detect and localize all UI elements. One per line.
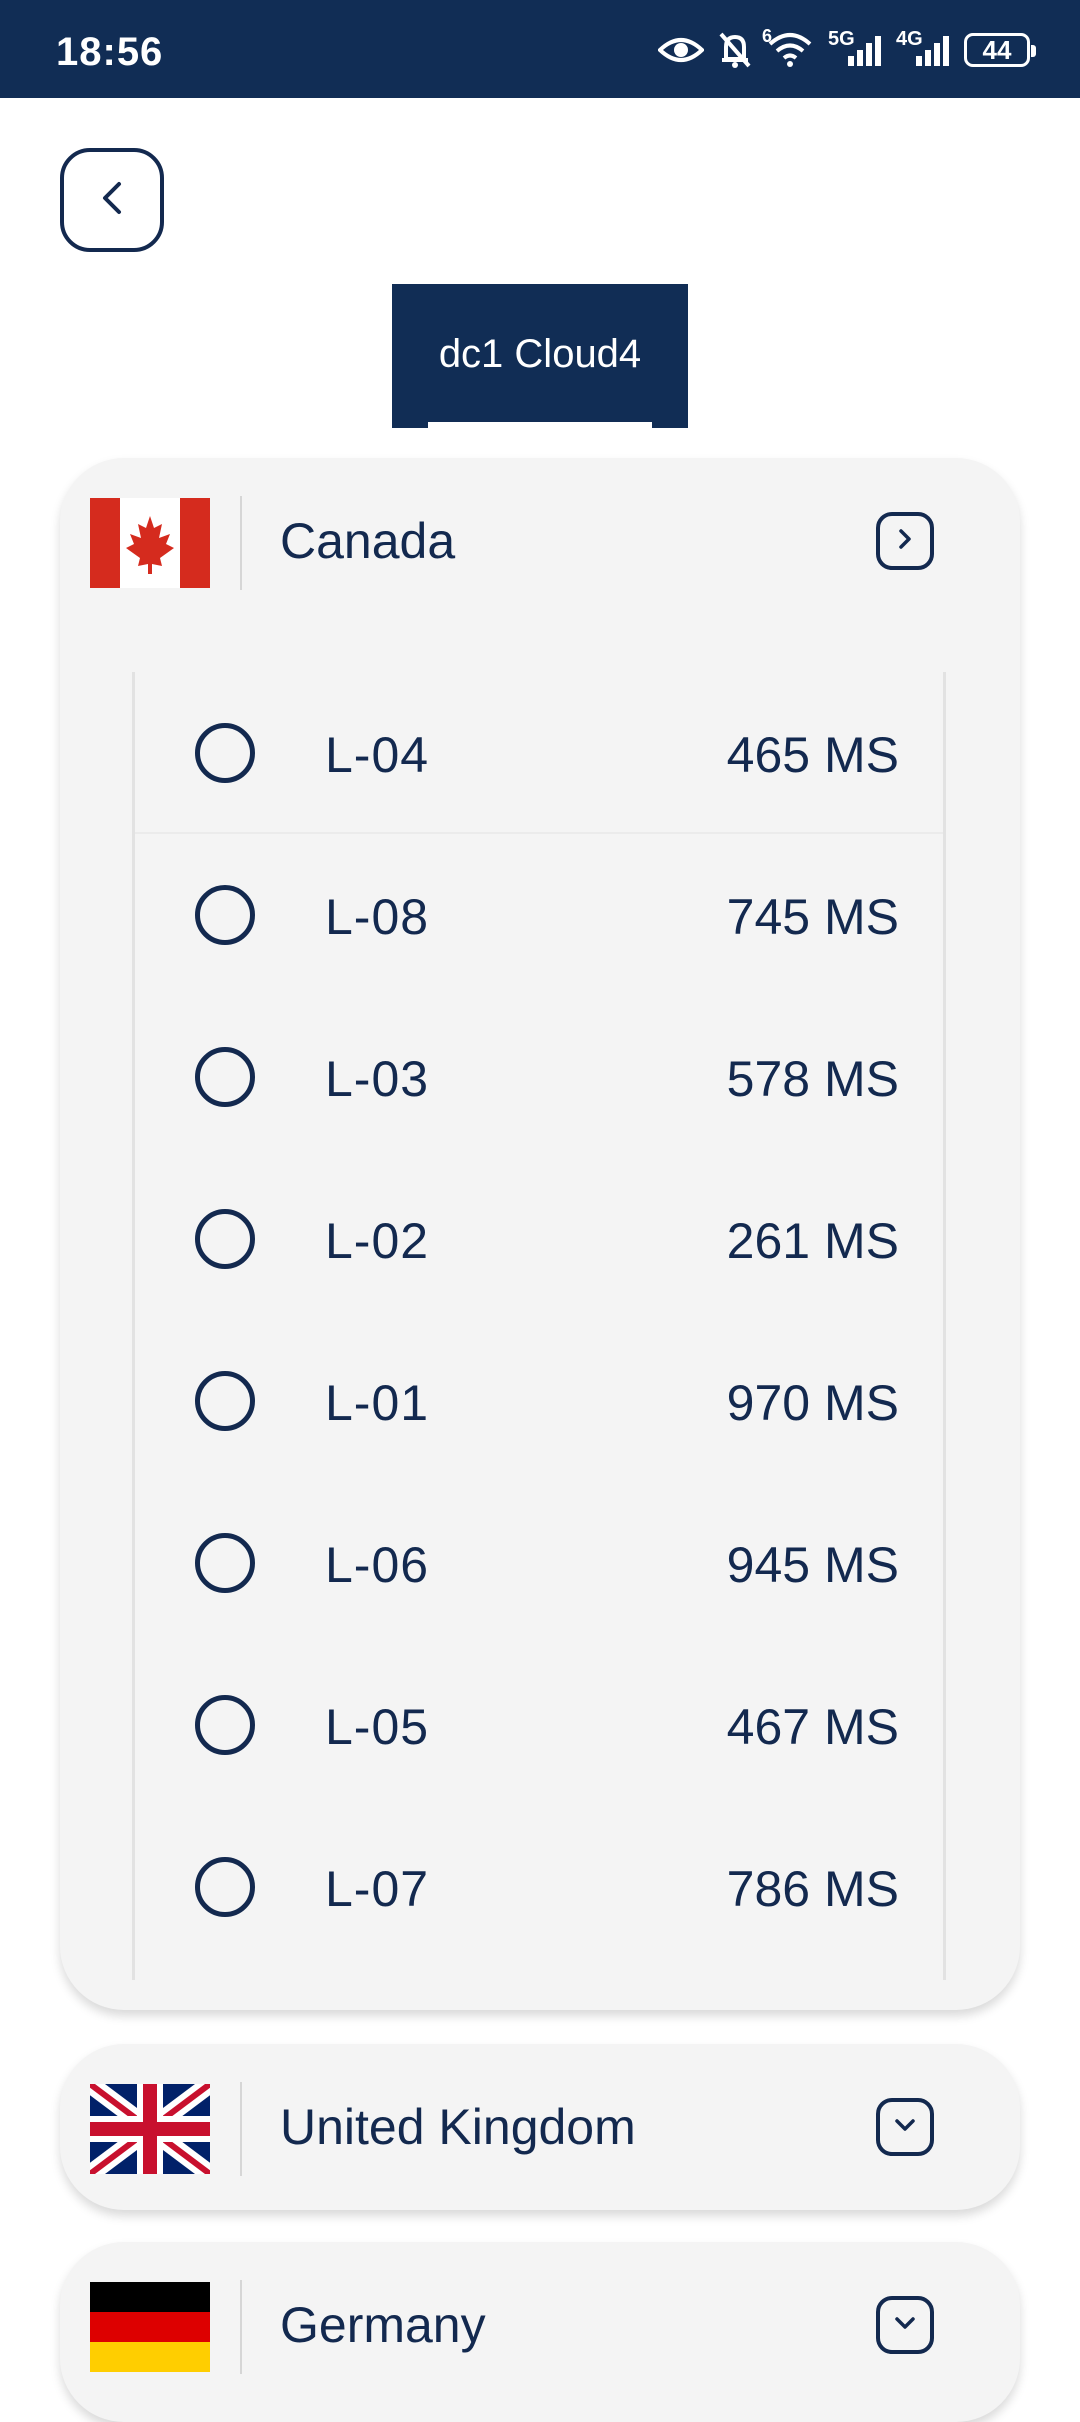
chevron-left-icon <box>97 178 127 223</box>
server-row[interactable]: L-01 970 MS <box>135 1320 943 1482</box>
network-5g-label: 5G <box>828 28 855 50</box>
chevron-down-icon <box>891 2311 919 2340</box>
bell-off-icon <box>718 31 752 69</box>
uk-flag-icon <box>90 2084 210 2174</box>
server-name: L-04 <box>325 727 430 783</box>
tab-dc1-cloud4[interactable]: dc1 Cloud4 <box>392 284 688 428</box>
flag-divider <box>240 2280 242 2374</box>
server-row[interactable]: L-05 467 MS <box>135 1644 943 1806</box>
radio-button[interactable] <box>195 1695 255 1755</box>
status-time: 18:56 <box>56 30 164 74</box>
country-card-united-kingdom[interactable]: United Kingdom <box>60 2044 1020 2210</box>
wifi-label: 6 <box>762 26 773 46</box>
flag-divider <box>240 2082 242 2176</box>
radio-button[interactable] <box>195 1857 255 1917</box>
germany-flag-icon <box>90 2282 210 2372</box>
country-name: Germany <box>280 2297 486 2353</box>
country-header-united-kingdom[interactable]: United Kingdom <box>60 2044 1020 2210</box>
tab-label: dc1 Cloud4 <box>438 332 642 376</box>
signal-5g-icon: 5G <box>828 28 882 68</box>
server-name: L-02 <box>325 1213 430 1269</box>
network-4g-label: 4G <box>896 28 923 50</box>
country-card-canada: Canada L-04 465 MS L-08 745 MS L-03 578 … <box>60 458 1020 2010</box>
tab-active-indicator <box>428 422 652 428</box>
radio-button[interactable] <box>195 885 255 945</box>
server-name: L-01 <box>325 1375 430 1431</box>
country-header-canada[interactable]: Canada <box>60 458 1020 624</box>
country-header-germany[interactable]: Germany <box>60 2242 1020 2408</box>
server-ping: 786 MS <box>726 1861 899 1917</box>
server-ping: 578 MS <box>726 1051 899 1107</box>
server-ping: 970 MS <box>726 1375 899 1431</box>
radio-button[interactable] <box>195 1533 255 1593</box>
server-row[interactable]: L-03 578 MS <box>135 996 943 1158</box>
server-name: L-08 <box>325 889 430 945</box>
radio-button[interactable] <box>195 723 255 783</box>
battery-indicator: 44 <box>964 33 1036 67</box>
server-name: L-05 <box>325 1699 430 1755</box>
server-row[interactable]: L-02 261 MS <box>135 1158 943 1320</box>
eye-icon <box>658 35 704 65</box>
server-row[interactable]: L-06 945 MS <box>135 1482 943 1644</box>
radio-button[interactable] <box>195 1047 255 1107</box>
wifi-6-icon: 6 <box>762 26 814 68</box>
radio-button[interactable] <box>195 1371 255 1431</box>
country-name: United Kingdom <box>280 2099 636 2155</box>
chevron-right-icon <box>893 525 917 558</box>
server-name: L-06 <box>325 1537 430 1593</box>
chevron-down-icon <box>891 2113 919 2142</box>
server-name: L-03 <box>325 1051 430 1107</box>
expand-button[interactable] <box>876 2098 934 2156</box>
server-ping: 945 MS <box>726 1537 899 1593</box>
server-ping: 261 MS <box>726 1213 899 1269</box>
flag-divider <box>240 496 242 590</box>
server-list: L-04 465 MS L-08 745 MS L-03 578 MS L-02… <box>132 672 946 1980</box>
server-row[interactable]: L-08 745 MS <box>135 834 943 996</box>
country-card-germany[interactable]: Germany <box>60 2242 1020 2422</box>
back-button[interactable] <box>60 148 164 252</box>
server-row[interactable]: L-07 786 MS <box>135 1806 943 1968</box>
status-icons: 6 5G 4G 44 <box>658 26 1036 72</box>
radio-button[interactable] <box>195 1209 255 1269</box>
server-ping: 745 MS <box>726 889 899 945</box>
server-name: L-07 <box>325 1861 430 1917</box>
status-bar: 18:56 6 5G 4G 44 <box>0 0 1080 98</box>
collapse-button[interactable] <box>876 512 934 570</box>
canada-flag-icon <box>90 498 210 588</box>
server-ping: 467 MS <box>726 1699 899 1755</box>
server-row[interactable]: L-04 465 MS <box>135 672 943 834</box>
country-name: Canada <box>280 513 456 569</box>
server-ping: 465 MS <box>726 727 899 783</box>
signal-4g-icon: 4G <box>896 28 950 68</box>
expand-button[interactable] <box>876 2296 934 2354</box>
